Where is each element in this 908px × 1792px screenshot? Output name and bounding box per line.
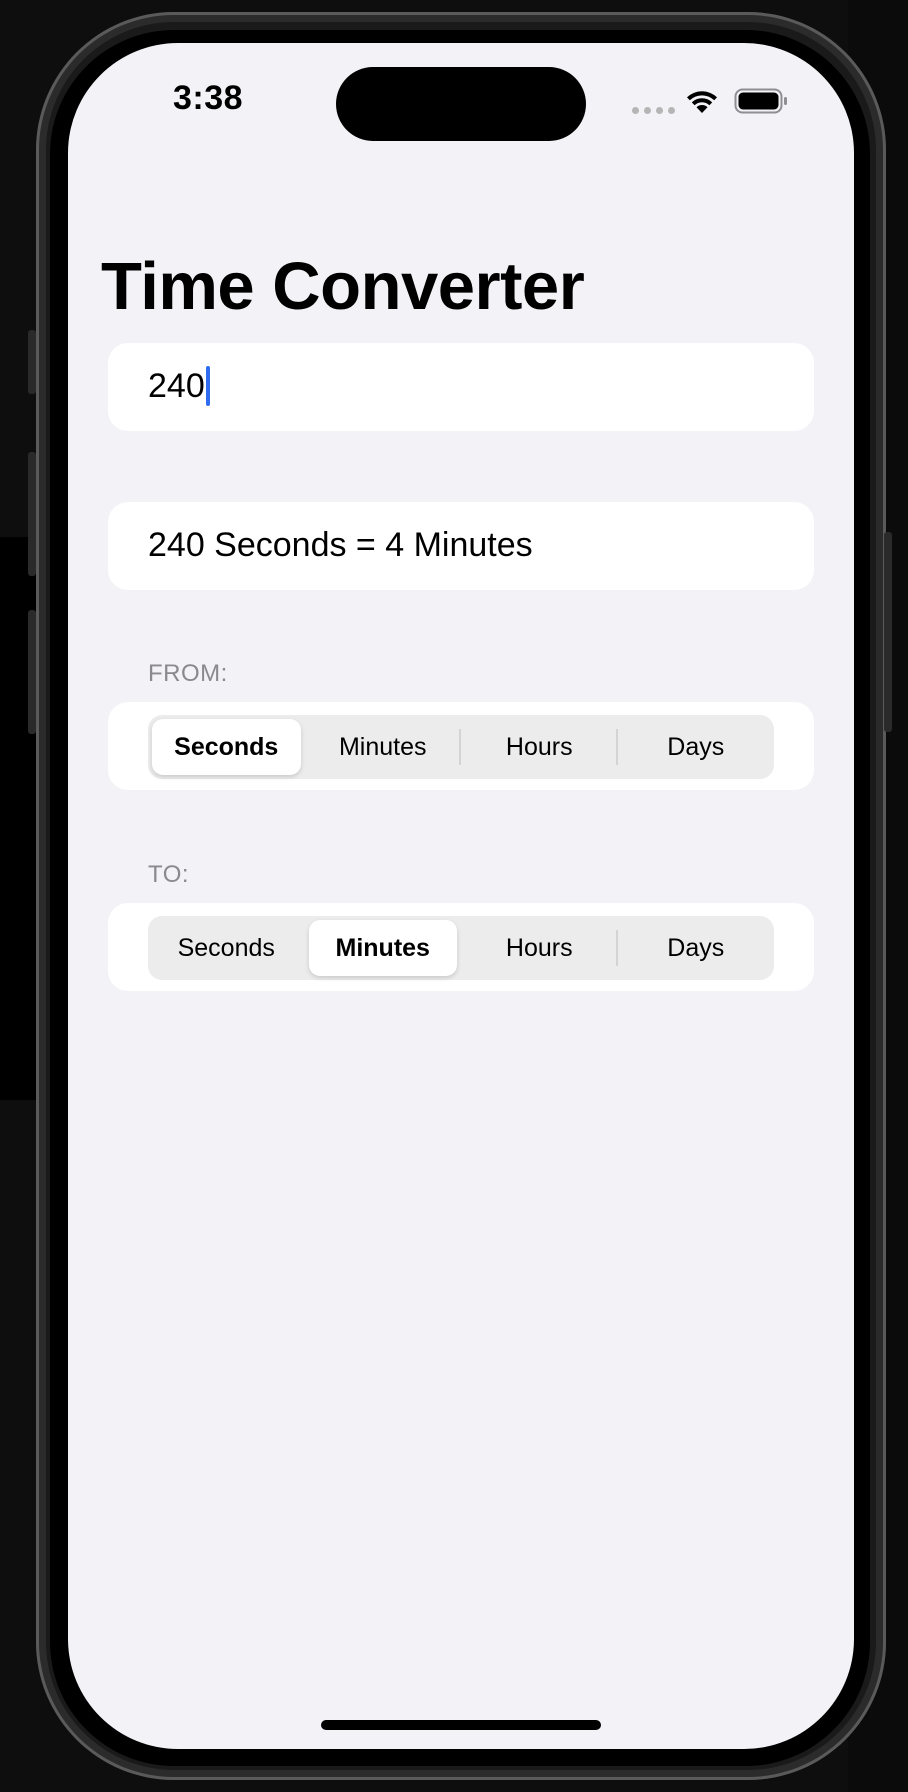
from-label: FROM: xyxy=(148,660,228,687)
input-card[interactable]: 240 xyxy=(108,343,814,431)
to-segment-days[interactable]: Days xyxy=(618,916,775,980)
text-caret xyxy=(205,366,210,406)
status-time: 3:38 xyxy=(173,79,244,117)
from-card: Seconds Minutes Hours Days xyxy=(108,702,814,790)
screen: 3:38 Time Converter 240 240 Seconds = 4 … xyxy=(68,43,854,1749)
value-input-text: 240 xyxy=(148,366,205,405)
segment-label: Hours xyxy=(505,732,573,761)
result-text: 240 Seconds = 4 Minutes xyxy=(148,526,533,564)
value-input[interactable]: 240 xyxy=(148,366,210,406)
segment-label: Seconds xyxy=(177,933,275,962)
to-segment-seconds[interactable]: Seconds xyxy=(148,916,305,980)
from-segment-hours[interactable]: Hours xyxy=(461,715,618,779)
wifi-icon xyxy=(687,91,717,113)
volume-up-button xyxy=(28,452,36,576)
home-indicator[interactable] xyxy=(321,1720,601,1730)
side-button xyxy=(884,532,892,732)
segment-label: Days xyxy=(667,732,725,761)
segment-label: Minutes xyxy=(335,933,430,962)
dynamic-island xyxy=(336,67,586,141)
signal-dots-icon xyxy=(632,107,675,114)
from-segment-minutes[interactable]: Minutes xyxy=(305,715,461,779)
action-button xyxy=(28,330,36,394)
from-segment-seconds[interactable]: Seconds xyxy=(148,715,305,779)
to-label: TO: xyxy=(148,861,190,888)
volume-down-button xyxy=(28,610,36,734)
from-segmented-control[interactable]: Seconds Minutes Hours Days xyxy=(148,715,774,779)
segment-label: Minutes xyxy=(338,732,427,761)
segment-label: Hours xyxy=(505,933,573,962)
battery-icon xyxy=(734,88,787,114)
segment-label: Days xyxy=(667,933,725,962)
to-segmented-control[interactable]: Seconds Minutes Hours Days xyxy=(148,916,774,980)
page-title: Time Converter xyxy=(101,249,585,324)
from-segment-days[interactable]: Days xyxy=(618,715,775,779)
to-card: Seconds Minutes Hours Days xyxy=(108,903,814,991)
segment-label: Seconds xyxy=(174,732,279,761)
to-segment-minutes[interactable]: Minutes xyxy=(305,916,462,980)
to-segment-hours[interactable]: Hours xyxy=(461,916,618,980)
result-card: 240 Seconds = 4 Minutes xyxy=(108,502,814,590)
